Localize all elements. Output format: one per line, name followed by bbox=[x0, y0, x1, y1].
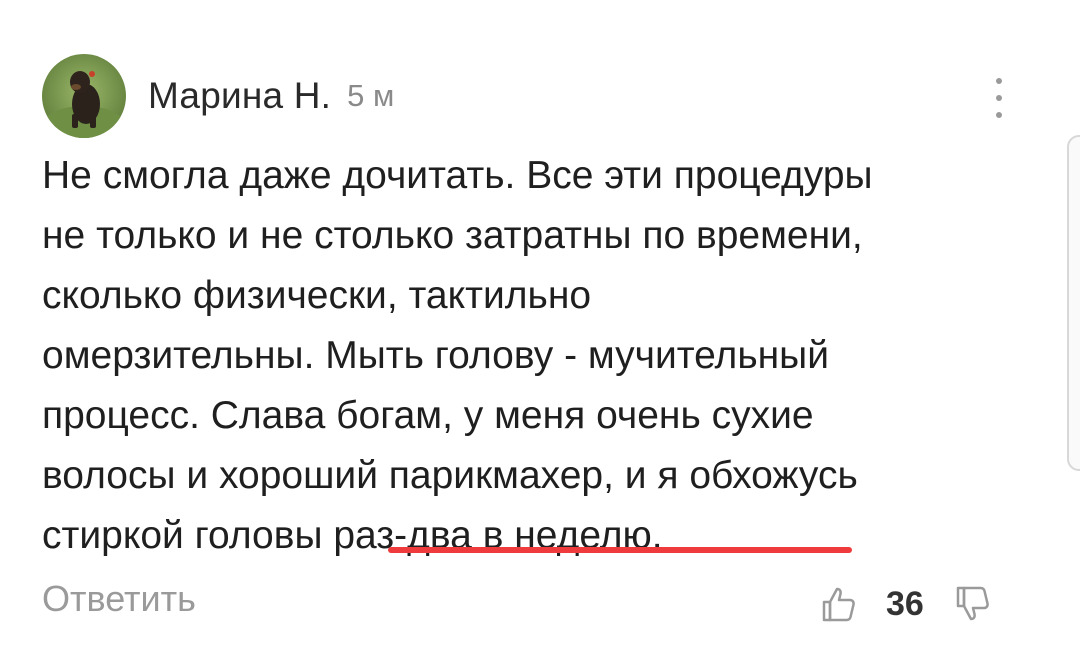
comment-text-line: стиркой головы раз-два в неделю. bbox=[42, 514, 663, 557]
comment-text-line: омерзительны. Мыть голову - мучительный bbox=[42, 334, 829, 377]
menu-dot bbox=[996, 95, 1002, 101]
thumbs-down-icon[interactable] bbox=[950, 582, 994, 626]
vote-score: 36 bbox=[886, 584, 924, 623]
menu-dot bbox=[996, 112, 1002, 118]
reply-button[interactable]: Ответить bbox=[42, 578, 196, 620]
thumbs-up-icon[interactable] bbox=[816, 582, 860, 626]
more-vertical-icon[interactable] bbox=[983, 78, 1015, 118]
scrollbar-edge[interactable] bbox=[1067, 135, 1080, 471]
vote-controls: 36 bbox=[816, 580, 994, 628]
avatar[interactable] bbox=[42, 54, 126, 138]
highlight-underline bbox=[388, 547, 852, 553]
comment-text-line: сколько физически, тактильно bbox=[42, 274, 592, 317]
comment-text-line: Не смогла даже дочитать. Все эти процеду… bbox=[42, 154, 873, 197]
comment-text-line: процесс. Слава богам, у меня очень сухие bbox=[42, 394, 814, 437]
comment-text: Не смогла даже дочитать. Все эти процеду… bbox=[42, 146, 1052, 566]
comment-text-line: волосы и хороший парикмахер, и я обхожус… bbox=[42, 454, 858, 497]
timestamp: 5 м bbox=[347, 78, 395, 113]
comment-header: Марина Н. 5 м bbox=[42, 54, 394, 138]
menu-dot bbox=[996, 78, 1002, 84]
avatar-image bbox=[42, 54, 126, 138]
comment-card: Марина Н. 5 м Не смогла даже дочитать. В… bbox=[0, 0, 1080, 648]
author-name[interactable]: Марина Н. bbox=[148, 75, 331, 117]
comment-text-line: не только и не столько затратны по време… bbox=[42, 214, 863, 257]
